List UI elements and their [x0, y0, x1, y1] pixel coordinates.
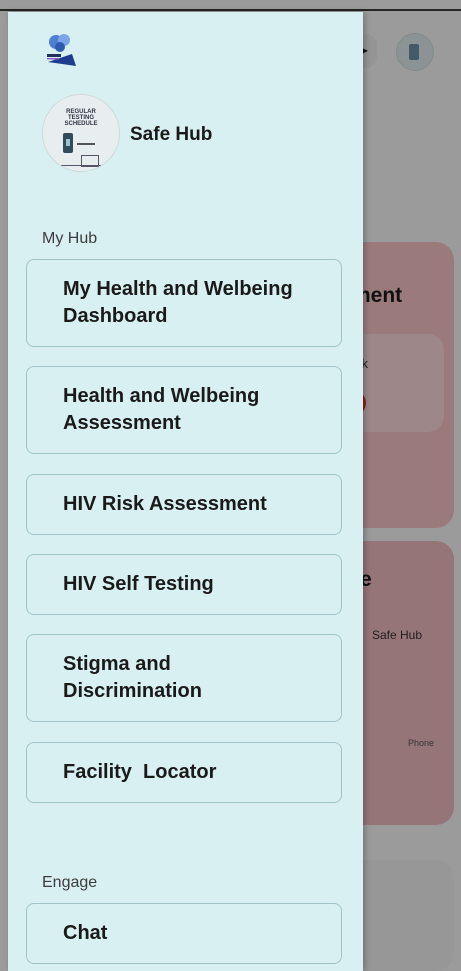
nav-item-stigma-discrimination[interactable]: Stigma and Discrimination: [26, 634, 342, 722]
nav-item-label: Chat: [63, 922, 108, 944]
nav-item-chat[interactable]: Chat: [26, 903, 342, 964]
nav-item-hiv-risk-assessment[interactable]: HIV Risk Assessment: [26, 474, 342, 535]
nav-item-label: Stigma and Discrimination: [63, 653, 202, 702]
navigation-drawer: REGULAR TESTING SCHEDULE Safe Hub My Hub…: [8, 12, 363, 971]
nav-item-facility-locator[interactable]: Facility Locator: [26, 742, 342, 803]
phone-icon: [63, 133, 73, 153]
nav-item-health-assessment[interactable]: Health and Welbeing Assessment: [26, 366, 342, 454]
profile-avatar: REGULAR TESTING SCHEDULE: [42, 94, 120, 172]
app-logo-icon: [47, 34, 76, 66]
profile-name: Safe Hub: [130, 124, 213, 145]
nav-item-label: Facility Locator: [63, 761, 217, 783]
nav-item-hiv-self-testing[interactable]: HIV Self Testing: [26, 554, 342, 615]
profile-header[interactable]: REGULAR TESTING SCHEDULE Safe Hub: [42, 94, 342, 178]
section-my-hub: My Hub: [42, 230, 98, 247]
nav-item-label: HIV Self Testing: [63, 573, 214, 595]
nav-item-label: My Health and Welbeing Dashboard: [63, 278, 293, 327]
nav-item-label: HIV Risk Assessment: [63, 493, 267, 515]
nav-item-health-dashboard[interactable]: My Health and Welbeing Dashboard: [26, 259, 342, 347]
avatar-poster-text: REGULAR TESTING SCHEDULE: [64, 109, 98, 127]
section-engage: Engage: [42, 874, 98, 891]
nav-item-label: Health and Welbeing Assessment: [63, 385, 260, 434]
